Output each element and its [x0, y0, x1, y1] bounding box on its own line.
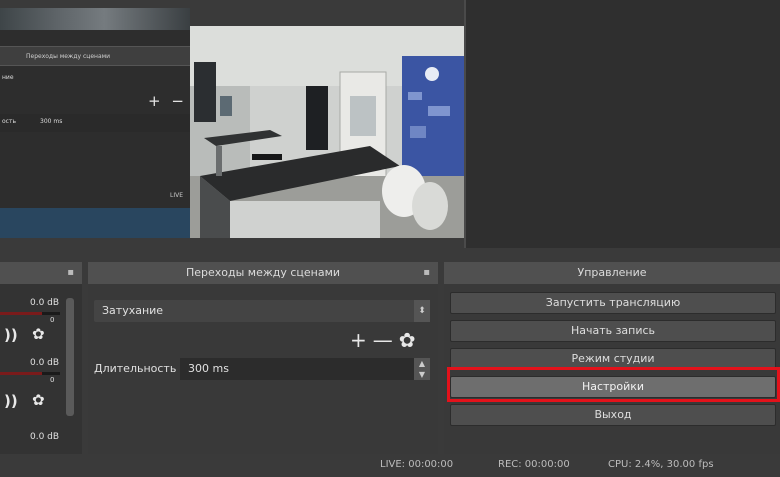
channel-2-speaker-icon[interactable]: )) — [4, 392, 18, 410]
nested-photo-strip — [0, 8, 190, 30]
nested-bottom-panel — [0, 208, 190, 238]
rec-timer: REC: 00:00:00 — [498, 459, 570, 470]
classroom-photo — [190, 26, 464, 238]
exit-button[interactable]: Выход — [450, 404, 776, 426]
cpu-fps: CPU: 2.4%, 30.00 fps — [608, 459, 714, 470]
start-streaming-button[interactable]: Запустить трансляцию — [450, 292, 776, 314]
status-bar: LIVE: 00:00:00 REC: 00:00:00 CPU: 2.4%, … — [0, 454, 780, 477]
remove-transition-button[interactable]: — — [373, 328, 399, 352]
channel-2-meter — [0, 372, 60, 375]
nested-add-remove-icons: + − — [148, 92, 187, 110]
mixer-title-bar: ▪ — [0, 262, 82, 284]
channel-2-tick: 0 — [50, 376, 55, 384]
channel-2-level: 0.0 dB — [30, 358, 60, 368]
nested-duration-row — [0, 114, 190, 132]
channel-1-speaker-icon[interactable]: )) — [4, 326, 18, 344]
nested-sublabel: ние — [2, 74, 14, 81]
mixer-scrollbar[interactable] — [66, 298, 74, 416]
settings-highlight-box — [447, 367, 780, 402]
transition-tools: +—✿ — [350, 328, 422, 352]
transitions-dock: Переходы между сценами ▪ Затухание ⬍ +—✿… — [88, 262, 438, 454]
controls-dock: Управление Запустить трансляцию Начать з… — [444, 262, 780, 454]
duration-label: Длительность — [94, 362, 177, 375]
transition-select[interactable]: Затухание ⬍ — [94, 300, 430, 322]
channel-1-meter — [0, 312, 60, 315]
transition-select-value: Затухание — [102, 304, 164, 317]
float-icon[interactable]: ▪ — [67, 262, 74, 284]
nested-live-label: LIVE — [170, 192, 184, 199]
right-preview-panel — [464, 0, 780, 248]
nested-obs-preview: Переходы между сценами ние + − ость 300 … — [0, 8, 190, 238]
channel-1-tick: 0 — [50, 316, 55, 324]
start-recording-button[interactable]: Начать запись — [450, 320, 776, 342]
channel-2-gear-icon[interactable]: ✿ — [32, 391, 45, 409]
duration-value: 300 ms — [188, 362, 229, 375]
duration-input[interactable]: 300 ms ▲ ▼ — [180, 358, 430, 380]
controls-title: Управление — [444, 262, 780, 284]
channel-3-level: 0.0 dB — [30, 432, 60, 442]
select-arrows-icon[interactable]: ⬍ — [414, 300, 430, 322]
scene-preview-image — [190, 26, 464, 238]
channel-1-level: 0.0 dB — [30, 298, 60, 308]
channel-1-gear-icon[interactable]: ✿ — [32, 325, 45, 343]
float-icon[interactable]: ▪ — [423, 262, 430, 284]
live-timer: LIVE: 00:00:00 — [380, 459, 454, 470]
transition-settings-gear-icon[interactable]: ✿ — [399, 328, 422, 352]
transitions-title: Переходы между сценами — [185, 266, 341, 279]
nested-duration-value: 300 ms — [40, 118, 63, 125]
duration-spinner-icon[interactable]: ▲ ▼ — [414, 358, 430, 380]
audio-mixer-dock: ▪ 0.0 dB 0 )) ✿ 0.0 dB 0 )) ✿ 0.0 dB — [0, 262, 82, 454]
nested-duration-label: ость — [2, 118, 17, 125]
transitions-title-bar: Переходы между сценами ▪ — [88, 262, 438, 284]
nested-transitions-header: Переходы между сценами — [0, 46, 190, 66]
add-transition-button[interactable]: + — [350, 328, 373, 352]
